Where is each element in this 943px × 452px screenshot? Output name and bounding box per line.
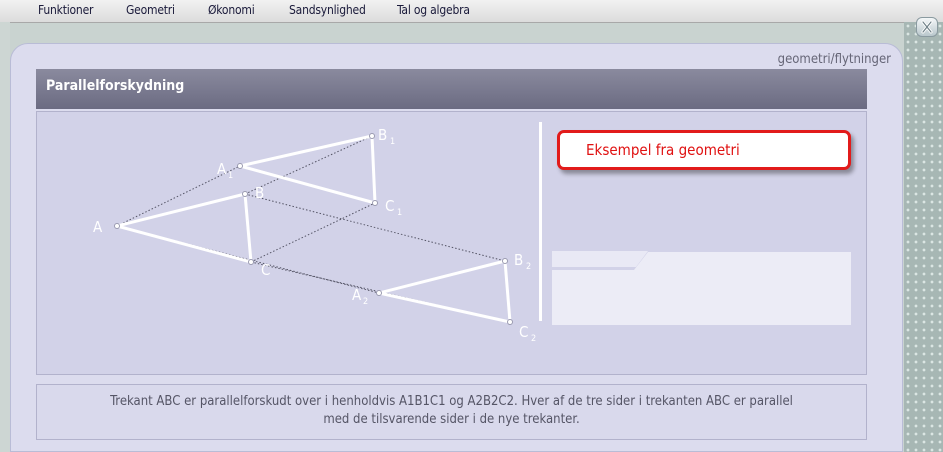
example-button[interactable]: Eksempel fra geometri — [557, 130, 851, 170]
label-c2: C — [519, 323, 528, 341]
label-b1: B — [378, 126, 387, 144]
label-a1-subscript: 1 — [228, 171, 233, 181]
label-c1: C — [385, 197, 394, 215]
label-a1: A — [217, 160, 227, 178]
label-b: B — [255, 184, 264, 202]
label-b1-subscript: 1 — [390, 137, 395, 147]
label-b2: B — [514, 251, 523, 269]
label-c1-subscript: 1 — [397, 208, 402, 218]
caption-line-1: Trekant ABC er parallelforskudt over i h… — [110, 394, 793, 409]
caption-box: Trekant ABC er parallelforskudt over i h… — [36, 384, 867, 440]
label-c2-subscript: 2 — [531, 334, 536, 344]
caption-line-2: med de tilsvarende sider i de nye trekan… — [323, 412, 580, 427]
label-a2: A — [352, 286, 362, 304]
label-a: A — [93, 218, 103, 236]
label-a2-subscript: 2 — [363, 297, 368, 307]
vertical-divider — [539, 122, 542, 321]
label-b2-subscript: 2 — [526, 262, 531, 272]
label-c: C — [261, 261, 270, 279]
folder-tab-panel — [552, 251, 851, 325]
